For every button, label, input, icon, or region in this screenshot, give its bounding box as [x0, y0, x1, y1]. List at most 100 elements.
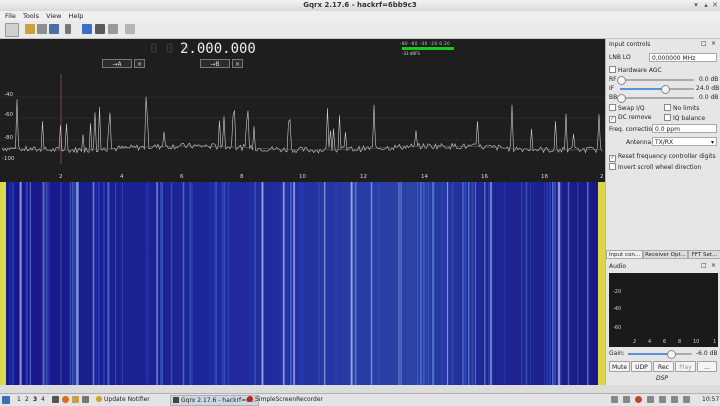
float-icon[interactable]: □	[701, 40, 707, 47]
fft-x-tick: 12	[360, 174, 367, 180]
float-icon[interactable]: □	[701, 262, 707, 269]
rf-gain-slider[interactable]	[617, 76, 694, 85]
tab-receiver-options[interactable]: Receiver Opt...	[643, 250, 688, 259]
window-title: Gqrx 2.17.6 - hackrf=6bb9c3	[303, 1, 417, 9]
checkbox-icon	[609, 66, 616, 73]
task-screen-recorder[interactable]: SimpleScreenRecorder	[247, 396, 323, 403]
tray-volume-icon[interactable]	[683, 396, 690, 403]
network-icon[interactable]	[125, 24, 135, 34]
no-limits-checkbox[interactable]: No limits	[664, 104, 699, 112]
minimize-icon[interactable]: ▾	[692, 1, 700, 9]
tray-network-icon[interactable]	[611, 396, 618, 403]
hw-agc-checkbox[interactable]: Hardware AGC	[609, 66, 662, 74]
audio-fft-plot: -20 -40 -60 2 4 6 8 10 1	[609, 273, 718, 347]
task-update-notifier[interactable]: Update Notifier	[96, 396, 150, 403]
clock[interactable]: 10:57	[702, 396, 719, 403]
checkmark-icon: ✓	[609, 155, 616, 162]
input-controls-panel: Input controls □ × LNB LO 0,000000 MHz H…	[605, 39, 720, 385]
rf-label: RF	[609, 76, 617, 83]
fft-x-tick: 14	[421, 174, 428, 180]
checkbox-icon	[664, 104, 671, 111]
tray-update-icon[interactable]	[671, 396, 678, 403]
if-value: 24.0 dB	[696, 85, 720, 92]
firefox-icon[interactable]	[62, 396, 69, 403]
dc-remove-checkbox[interactable]: ✓ DC remove	[609, 114, 652, 123]
start-icon[interactable]	[5, 23, 19, 37]
save-icon[interactable]	[49, 24, 59, 34]
audio-title: Audio	[609, 263, 627, 270]
freq-correction-input[interactable]: 0.0 ppm	[652, 124, 717, 133]
audio-y-tick: -20	[613, 289, 622, 295]
close-icon[interactable]: ×	[711, 262, 716, 269]
fft-x-tick: 10	[299, 174, 306, 180]
bb-gain-slider[interactable]	[617, 94, 694, 103]
iq-balance-checkbox[interactable]: IQ balance	[664, 114, 705, 122]
menu-help[interactable]: Help	[69, 11, 84, 21]
terminal-icon[interactable]	[52, 396, 59, 403]
tray-battery-icon[interactable]	[647, 396, 654, 403]
rec-button[interactable]: Rec	[653, 361, 674, 372]
start-menu-icon[interactable]	[2, 396, 10, 404]
fft-x-tick: 8	[240, 174, 244, 180]
recorder-icon	[247, 396, 253, 402]
more-button[interactable]: ...	[697, 361, 717, 372]
workspace-2[interactable]: 2	[25, 396, 29, 403]
audio-y-tick: -60	[613, 325, 622, 331]
fft-x-tick: 6	[180, 174, 184, 180]
gain-label: Gain:	[609, 350, 625, 357]
panel-title: Input controls	[609, 41, 651, 48]
audio-y-tick: -40	[613, 306, 622, 312]
checkbox-icon	[609, 163, 616, 170]
if-gain-slider[interactable]	[620, 85, 694, 94]
tray-bluetooth-icon[interactable]	[623, 396, 630, 403]
files-icon[interactable]	[72, 396, 79, 403]
invert-scroll-checkbox[interactable]: Invert scroll wheel direction	[609, 163, 701, 171]
waterfall-display[interactable]	[0, 182, 605, 385]
settings-icon[interactable]	[82, 396, 89, 403]
rf-value: 0.0 dB	[699, 76, 719, 83]
audio-x-tick: 4	[648, 339, 652, 345]
audio-gain-slider[interactable]	[628, 350, 692, 359]
fft-x-tick: 2	[600, 174, 604, 180]
task-gqrx[interactable]: Gqrx 2.17.6 - hackrf=6...	[170, 395, 259, 406]
reset-freq-checkbox[interactable]: ✓ Reset frequency controller digits	[609, 153, 716, 162]
remote-icon[interactable]	[108, 24, 118, 34]
record-icon[interactable]	[65, 24, 71, 34]
open-icon[interactable]	[37, 24, 47, 34]
screen-icon[interactable]	[82, 24, 92, 34]
audio-x-tick: 8	[678, 339, 682, 345]
workspace-1[interactable]: 1	[17, 396, 21, 403]
workspace-3[interactable]: 3	[33, 396, 37, 403]
audio-x-tick: 2	[633, 339, 637, 345]
bb-value: 0.0 dB	[699, 94, 719, 101]
udp-button[interactable]: UDP	[631, 361, 652, 372]
fft-plot[interactable]: 0 0 0 2.000.000 →A × →B × -80 -60 -40 -2…	[0, 39, 605, 182]
chevron-down-icon: ▾	[710, 139, 714, 146]
maximize-icon[interactable]: ▴	[702, 1, 710, 9]
tab-input-controls[interactable]: Input con...	[606, 250, 643, 259]
menu-file[interactable]: File	[5, 11, 16, 21]
tab-fft-settings[interactable]: FFT Set...	[688, 250, 720, 259]
close-icon[interactable]: ✕	[711, 1, 719, 9]
tray-record-icon[interactable]	[635, 396, 642, 403]
tray-keyboard-icon[interactable]	[659, 396, 666, 403]
mute-button[interactable]: Mute	[609, 361, 630, 372]
fft-x-tick: 4	[120, 174, 124, 180]
menu-view[interactable]: View	[46, 11, 61, 21]
play-button[interactable]: Play	[675, 361, 696, 372]
lnb-lo-input[interactable]: 0,000000 MHz	[649, 53, 717, 62]
antenna-select[interactable]: TX/RX ▾	[652, 137, 717, 146]
checkmark-icon: ✓	[609, 116, 616, 123]
config-icon[interactable]	[95, 24, 105, 34]
menu-tools[interactable]: Tools	[23, 11, 39, 21]
close-icon[interactable]: ×	[711, 40, 716, 47]
workspace-4[interactable]: 4	[41, 396, 45, 403]
update-icon	[96, 396, 102, 402]
fft-x-axis: 2 4 6 8 10 12 14 16 18 2	[0, 174, 605, 182]
open-folder-icon[interactable]	[25, 24, 35, 34]
fft-trace	[0, 74, 605, 164]
swap-iq-checkbox[interactable]: Swap I/Q	[609, 104, 645, 112]
waterfall-image	[0, 182, 605, 385]
if-label: IF	[609, 85, 615, 92]
taskbar: 1 2 3 4 Update Notifier Gqrx 2.17.6 - ha…	[0, 393, 720, 406]
